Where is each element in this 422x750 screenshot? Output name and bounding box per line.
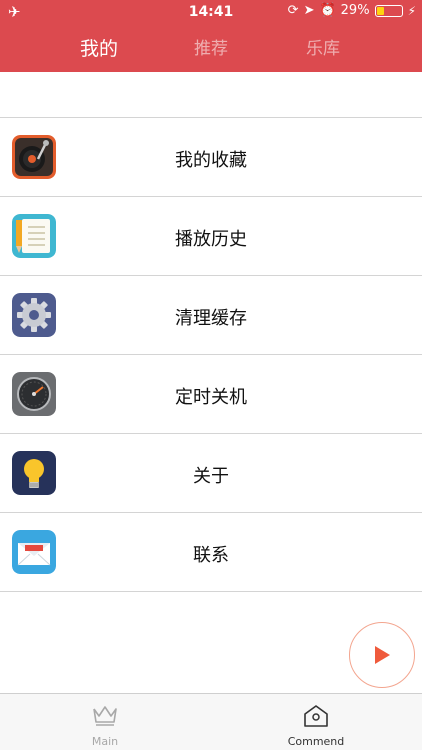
menu-item-label: 我的收藏 — [175, 150, 247, 171]
top-tabs: 我的 推荐 乐库 — [0, 34, 422, 66]
menu-item-label: 联系 — [193, 545, 229, 566]
tabbar-main-label: Main — [91, 735, 119, 748]
house-icon — [304, 705, 328, 727]
menu-item-history[interactable]: 播放历史 — [0, 197, 422, 276]
header: ✈ 14:41 ⟳ ➤ ⏰ 29% ⚡ 我的 推荐 乐库 — [0, 0, 422, 72]
menu-item-contact[interactable]: 联系 — [0, 513, 422, 592]
tab-library[interactable]: 乐库 — [273, 34, 373, 59]
location-icon: ➤ — [303, 3, 315, 18]
crown-icon — [93, 706, 117, 726]
menu-item-label: 定时关机 — [175, 387, 247, 408]
battery-fill — [376, 6, 384, 15]
tab-mine[interactable]: 我的 — [49, 34, 149, 61]
charging-icon: ⚡ — [407, 3, 416, 18]
tabbar-main[interactable]: Main — [55, 704, 155, 748]
alarm-icon: ⏰ — [319, 3, 336, 18]
menu-item-label: 播放历史 — [175, 229, 247, 250]
menu-item-label: 关于 — [193, 466, 229, 487]
menu-item-clear-cache[interactable]: 清理缓存 — [0, 276, 422, 355]
tabbar-commend-label: Commend — [287, 735, 345, 748]
status-right: ⟳ ➤ ⏰ 29% ⚡ — [288, 3, 416, 18]
bottom-tab-bar: Main Commend — [0, 693, 422, 750]
menu-item-label: 清理缓存 — [175, 308, 247, 329]
menu-item-sleep-timer[interactable]: 定时关机 — [0, 355, 422, 434]
tabbar-commend[interactable]: Commend — [266, 704, 366, 748]
battery-percent: 29% — [340, 3, 370, 18]
play-icon — [375, 646, 390, 664]
rotation-lock-icon: ⟳ — [287, 3, 299, 18]
status-bar: ✈ 14:41 ⟳ ➤ ⏰ 29% ⚡ — [0, 0, 422, 24]
menu-item-about[interactable]: 关于 — [0, 434, 422, 513]
battery-icon — [374, 4, 403, 17]
play-button[interactable] — [349, 622, 415, 688]
menu-item-favorites[interactable]: 我的收藏 — [0, 118, 422, 197]
tab-recommend[interactable]: 推荐 — [161, 34, 261, 59]
menu-list: 我的收藏 播放历史 清理缓存 定时关机 关于 联系 — [0, 117, 422, 592]
